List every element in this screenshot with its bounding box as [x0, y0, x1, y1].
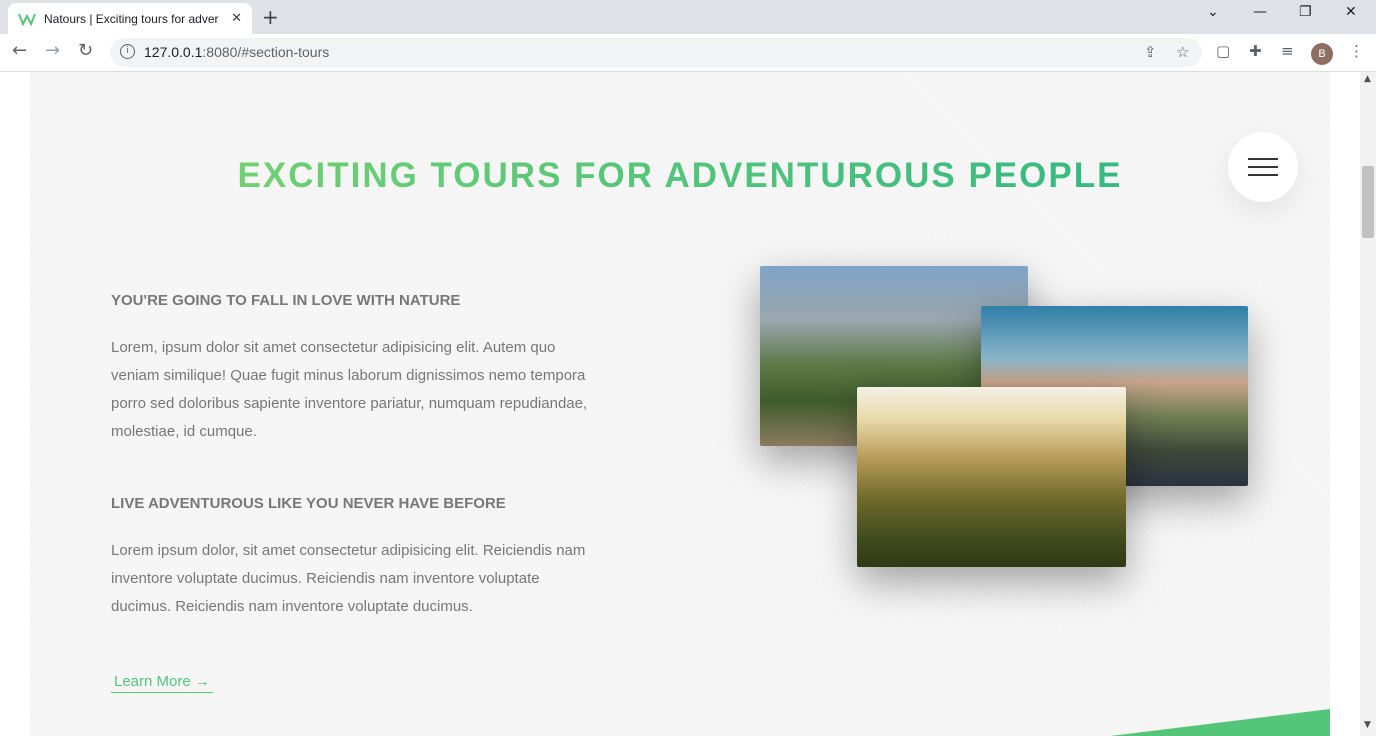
browser-tab[interactable]: Natours | Exciting tours for adver ✕ — [8, 3, 252, 34]
close-window-button[interactable]: ✕ — [1345, 4, 1357, 20]
next-section-green-wedge — [1110, 709, 1330, 736]
site-info-icon[interactable]: i — [120, 44, 135, 59]
bookmark-star-icon[interactable]: ☆ — [1176, 43, 1189, 61]
url-path: :8080/#section-tours — [202, 44, 330, 60]
page-scrollbar[interactable]: ▲ ▼ — [1360, 72, 1376, 736]
address-bar[interactable]: i 127.0.0.1:8080/#section-tours ⇪ ☆ — [110, 38, 1202, 67]
reading-list-icon[interactable]: ≡ — [1281, 42, 1294, 60]
more-menu-icon[interactable]: ⋮ — [1349, 42, 1364, 60]
puzzle-extensions-icon[interactable]: ✚ — [1249, 42, 1262, 60]
minimize-button[interactable]: — — [1253, 4, 1267, 20]
hamburger-line-icon — [1248, 166, 1278, 168]
back-arrow-icon[interactable]: ← — [12, 40, 27, 61]
tour-photo-mountain-ridge[interactable] — [857, 387, 1126, 567]
restore-button[interactable]: ❐ — [1299, 4, 1312, 20]
hamburger-line-icon — [1248, 174, 1278, 176]
scroll-thumb[interactable] — [1362, 166, 1374, 238]
forward-arrow-icon[interactable]: → — [45, 40, 60, 61]
url-text[interactable]: 127.0.0.1:8080/#section-tours — [144, 44, 329, 60]
tab-search-icon[interactable]: ⌄ — [1207, 4, 1219, 20]
tab-title: Natours | Exciting tours for adver — [44, 11, 219, 26]
section-heading: EXCITING TOURS FOR ADVENTUROUS PEOPLE — [30, 156, 1330, 196]
feature-title-nature: YOU'RE GOING TO FALL IN LOVE WITH NATURE — [111, 292, 461, 309]
share-icon[interactable]: ⇪ — [1144, 43, 1157, 61]
new-tab-button[interactable]: + — [262, 5, 279, 29]
natours-favicon-icon — [18, 13, 36, 26]
scroll-up-arrow-icon[interactable]: ▲ — [1364, 74, 1371, 84]
page-viewport: EXCITING TOURS FOR ADVENTUROUS PEOPLE YO… — [0, 72, 1360, 736]
learn-more-link[interactable]: Learn More → — [111, 673, 213, 693]
browser-tab-strip: Natours | Exciting tours for adver ✕ + ⌄… — [0, 0, 1376, 34]
feature-text-adventure: Lorem ipsum dolor, sit amet consectetur … — [111, 542, 586, 615]
extension-icon[interactable]: ▢ — [1216, 42, 1230, 60]
profile-avatar[interactable]: B — [1311, 43, 1333, 65]
feature-title-adventure: LIVE ADVENTUROUS LIKE YOU NEVER HAVE BEF… — [111, 495, 506, 512]
browser-toolbar: ← → ↻ i 127.0.0.1:8080/#section-tours ⇪ … — [0, 34, 1376, 72]
scroll-down-arrow-icon[interactable]: ▼ — [1364, 720, 1371, 730]
navigation-menu-button[interactable] — [1228, 132, 1298, 202]
section-tours: EXCITING TOURS FOR ADVENTUROUS PEOPLE YO… — [30, 72, 1330, 736]
reload-icon[interactable]: ↻ — [78, 40, 93, 61]
hamburger-line-icon — [1248, 158, 1278, 160]
tab-close-icon[interactable]: ✕ — [231, 11, 242, 26]
url-host: 127.0.0.1 — [144, 44, 203, 60]
feature-text-nature: Lorem, ipsum dolor sit amet consectetur … — [111, 339, 588, 440]
